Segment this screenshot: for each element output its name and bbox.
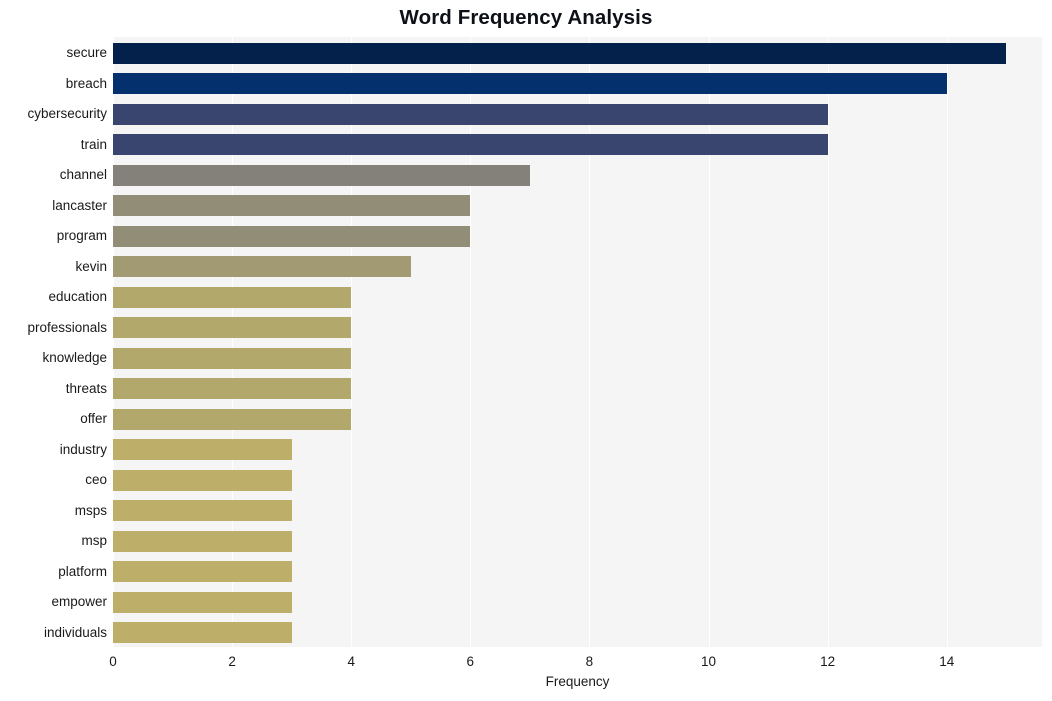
y-tick-label: individuals (43, 624, 107, 640)
bar (113, 530, 292, 552)
bar (113, 73, 947, 95)
bar (113, 439, 292, 461)
y-tick-label: msps (74, 502, 107, 518)
bar (113, 256, 411, 278)
x-tick-label: 0 (109, 654, 117, 669)
y-axis: secure breach cybersecurity train channel lan… (0, 37, 107, 647)
x-tick-label: 12 (820, 654, 836, 669)
y-tick-label: platform (58, 563, 107, 579)
y-tick-label: channel (59, 167, 107, 183)
y-tick-label: professionals (27, 319, 107, 335)
x-tick-label: 14 (939, 654, 955, 669)
bar (113, 103, 828, 125)
y-tick-label: secure (66, 45, 107, 61)
x-tick-label: 8 (585, 654, 594, 669)
bar (113, 561, 292, 583)
bar (113, 317, 352, 339)
y-tick-label: offer (80, 411, 107, 427)
y-tick-label: ceo (85, 472, 107, 488)
chart-title: Word Frequency Analysis (399, 6, 653, 29)
y-tick-label: empower (51, 594, 107, 610)
word-frequency-chart: Word Frequency Analysis secure breach cybe… (0, 0, 1052, 701)
x-axis-title: Frequency (545, 674, 610, 689)
plot-area (113, 37, 1042, 647)
y-tick-label: industry (59, 441, 107, 457)
y-tick-label: lancaster (52, 197, 107, 213)
bar (113, 134, 828, 156)
y-tick-label: cybersecurity (27, 106, 107, 122)
bar (113, 500, 292, 522)
bar (113, 591, 292, 613)
x-tick-label: 4 (347, 654, 355, 669)
y-tick-label: kevin (75, 258, 107, 274)
x-tick-label: 6 (466, 654, 475, 669)
y-tick-label: knowledge (42, 350, 107, 366)
bar (113, 378, 352, 400)
x-tick-label: 2 (228, 654, 236, 669)
y-tick-label: train (80, 136, 107, 152)
y-tick-label: threats (65, 380, 107, 396)
y-tick-label: msp (81, 533, 107, 549)
y-tick-label: program (56, 228, 107, 244)
y-tick-label: breach (65, 75, 107, 91)
bars-layer (113, 37, 1042, 647)
bar (113, 286, 352, 308)
x-axis: 0 2 4 6 8 10 12 14 (109, 647, 1042, 677)
bar (113, 469, 292, 491)
bar (113, 225, 471, 247)
y-tick-label: education (48, 289, 107, 305)
bar (113, 42, 1007, 64)
bar (113, 408, 352, 430)
bar (113, 164, 530, 186)
bar (113, 622, 292, 644)
x-tick-label: 10 (700, 654, 717, 669)
bar (113, 195, 471, 217)
bar (113, 347, 352, 369)
